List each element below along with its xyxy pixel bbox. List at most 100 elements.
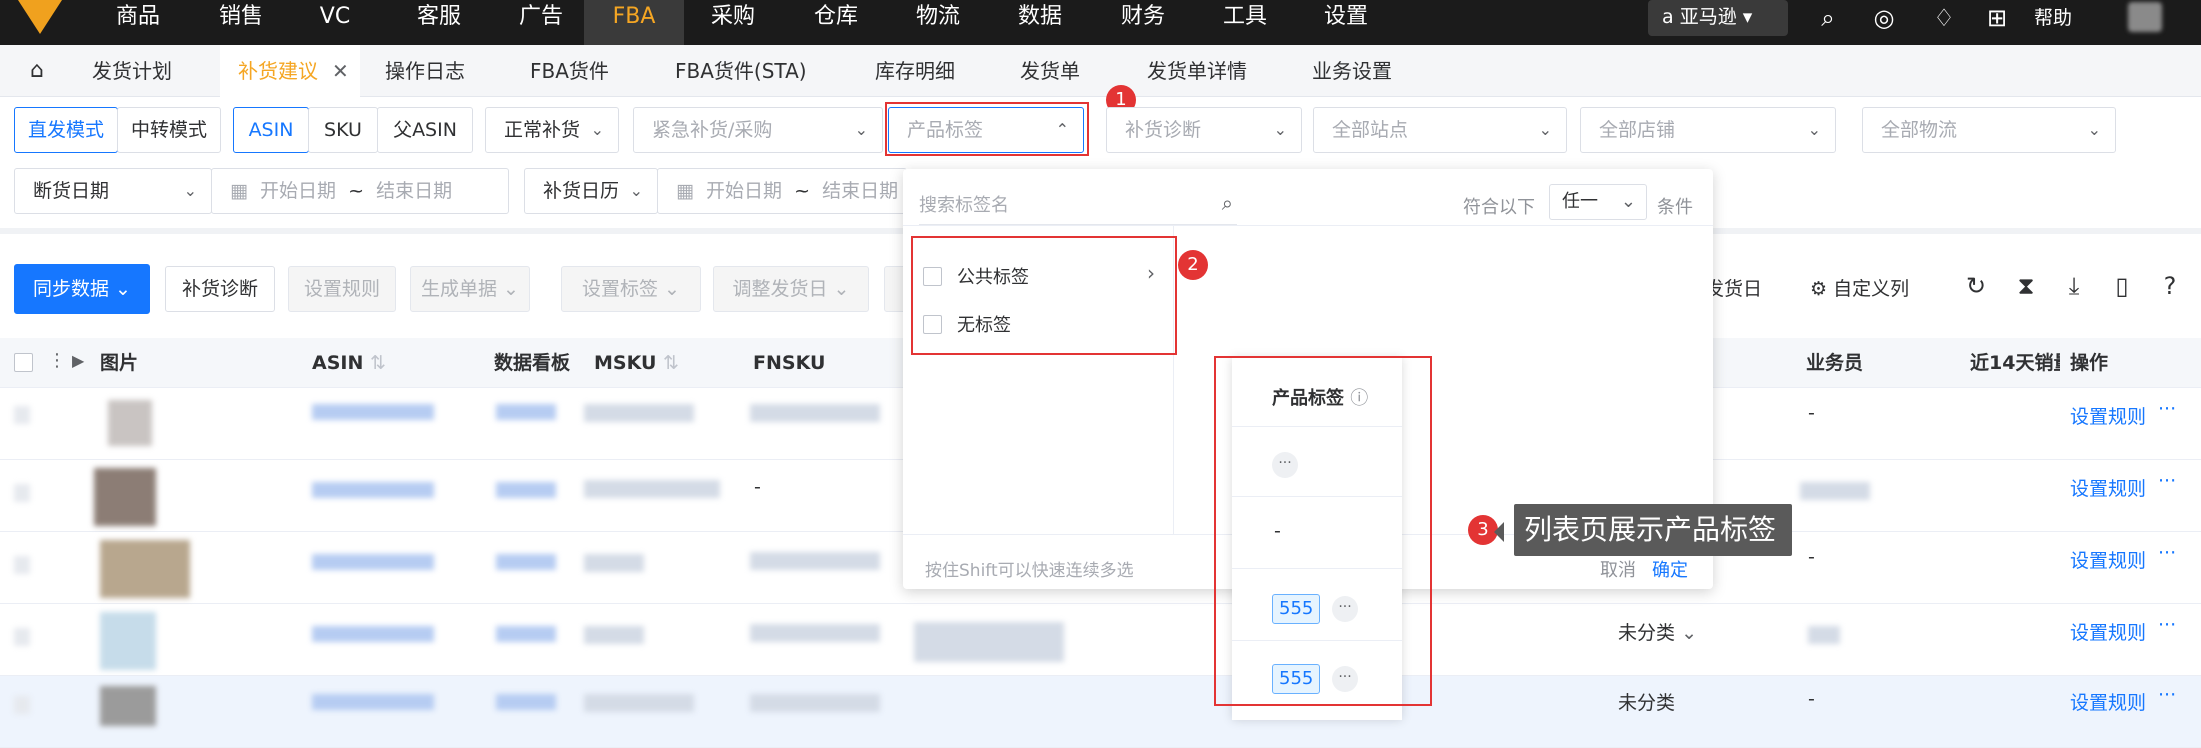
product-thumbnail[interactable] bbox=[100, 540, 190, 598]
tab-inventory-detail[interactable]: 库存明细 bbox=[875, 45, 955, 97]
product-thumbnail[interactable] bbox=[94, 468, 156, 526]
direct-mode-button[interactable]: 直发模式 bbox=[14, 107, 118, 153]
urgent-replenish-select[interactable]: 紧急补货/采购 ⌄ bbox=[633, 107, 883, 153]
tab-fba-shipment[interactable]: FBA货件 bbox=[530, 45, 609, 97]
nav-item-ads[interactable]: 广告 bbox=[508, 0, 574, 45]
column-menu-icon[interactable]: ⋮ bbox=[48, 350, 66, 371]
replenish-calendar-select[interactable]: 补货日历 ⌄ bbox=[524, 168, 658, 214]
sync-data-button[interactable]: 同步数据 ⌄ bbox=[14, 264, 150, 314]
nav-item-tools[interactable]: 工具 bbox=[1212, 0, 1278, 45]
nav-item-finance[interactable]: 财务 bbox=[1110, 0, 1176, 45]
product-thumbnail[interactable] bbox=[100, 686, 156, 726]
product-thumbnail[interactable] bbox=[100, 612, 156, 670]
file-help-icon[interactable]: ▯ bbox=[2108, 272, 2136, 300]
dashboard-value[interactable] bbox=[496, 404, 556, 420]
match-mode-select[interactable]: 任一 ⌄ bbox=[1549, 184, 1647, 220]
nav-item-fba[interactable]: FBA bbox=[584, 0, 684, 45]
set-rule-link[interactable]: 设置规则 bbox=[2070, 474, 2146, 501]
hourglass-icon[interactable]: ⧗ bbox=[2012, 272, 2040, 300]
custom-columns-button[interactable]: ⚙ 自定义列 bbox=[1810, 274, 1909, 301]
more-icon[interactable]: ··· bbox=[2158, 398, 2176, 420]
nav-item-products[interactable]: 商品 bbox=[105, 0, 171, 45]
more-icon[interactable]: ··· bbox=[2158, 542, 2176, 564]
set-rule-button[interactable]: 设置规则 bbox=[288, 266, 396, 312]
adjust-ship-date-button[interactable]: 调整发货日 ⌄ bbox=[713, 266, 869, 312]
avatar[interactable] bbox=[2128, 2, 2162, 32]
row-checkbox[interactable] bbox=[14, 696, 30, 714]
asin-value[interactable] bbox=[312, 482, 434, 498]
nav-item-settings[interactable]: 设置 bbox=[1313, 0, 1379, 45]
sort-icon[interactable]: ⇅ bbox=[663, 352, 679, 374]
generate-doc-button[interactable]: 生成单据 ⌄ bbox=[410, 266, 530, 312]
asin-value[interactable] bbox=[312, 626, 434, 642]
stockout-date-select[interactable]: 断货日期 ⌄ bbox=[14, 168, 212, 214]
nav-item-vc[interactable]: VC bbox=[310, 0, 360, 45]
set-rule-link[interactable]: 设置规则 bbox=[2070, 688, 2146, 715]
nav-item-data[interactable]: 数据 bbox=[1007, 0, 1073, 45]
column-asin[interactable]: ASIN ⇅ bbox=[312, 338, 386, 388]
asin-value[interactable] bbox=[312, 554, 434, 570]
diagnosis-button[interactable]: 补货诊断 bbox=[165, 266, 275, 312]
nav-item-logistics[interactable]: 物流 bbox=[905, 0, 971, 45]
close-icon[interactable]: ✕ bbox=[332, 59, 349, 83]
cancel-button[interactable]: 取消 bbox=[1600, 556, 1636, 582]
nav-item-sales[interactable]: 销售 bbox=[208, 0, 274, 45]
help-circle-icon[interactable]: ? bbox=[2156, 272, 2184, 300]
bell-icon[interactable]: ♢ bbox=[1930, 4, 1958, 32]
asin-value[interactable] bbox=[312, 694, 434, 710]
set-tag-button[interactable]: 设置标签 ⌄ bbox=[561, 266, 701, 312]
nav-item-purchase[interactable]: 采购 bbox=[700, 0, 766, 45]
tab-shipping-order-detail[interactable]: 发货单详情 bbox=[1147, 45, 1247, 97]
marketplace-switcher[interactable]: a 亚马逊 ▾ bbox=[1648, 0, 1788, 36]
store-select[interactable]: 全部店铺 ⌄ bbox=[1580, 107, 1836, 153]
apps-grid-icon[interactable]: ⊞ bbox=[1983, 4, 2011, 32]
tab-business-settings[interactable]: 业务设置 bbox=[1312, 45, 1392, 97]
more-icon[interactable]: ··· bbox=[2158, 614, 2176, 636]
expand-icon[interactable]: ▶ bbox=[72, 351, 84, 370]
tab-shipping-order[interactable]: 发货单 bbox=[1020, 45, 1080, 97]
select-all-checkbox[interactable] bbox=[14, 353, 33, 372]
row-checkbox[interactable] bbox=[14, 406, 30, 424]
dashboard-value[interactable] bbox=[496, 626, 556, 642]
help-link[interactable]: 帮助 bbox=[2034, 4, 2072, 32]
replenish-type-select[interactable]: 正常补货 ⌄ bbox=[485, 107, 619, 153]
diagnosis-select[interactable]: 补货诊断 ⌄ bbox=[1106, 107, 1302, 153]
home-icon[interactable]: ⌂ bbox=[22, 45, 52, 97]
confirm-button[interactable]: 确定 bbox=[1652, 556, 1688, 582]
category-select[interactable]: 未分类 ⌄ bbox=[1618, 618, 1697, 645]
logo-icon[interactable] bbox=[18, 0, 62, 34]
more-icon[interactable]: ··· bbox=[2158, 470, 2176, 492]
tab-operation-log[interactable]: 操作日志 bbox=[385, 45, 465, 97]
row-checkbox[interactable] bbox=[14, 628, 30, 646]
refresh-icon[interactable]: ↻ bbox=[1962, 272, 1990, 300]
logistics-select[interactable]: 全部物流 ⌄ bbox=[1862, 107, 2116, 153]
set-rule-link[interactable]: 设置规则 bbox=[2070, 402, 2146, 429]
set-rule-link[interactable]: 设置规则 bbox=[2070, 546, 2146, 573]
parent-asin-button[interactable]: 父ASIN bbox=[377, 107, 473, 153]
product-thumbnail[interactable] bbox=[108, 400, 152, 446]
dashboard-value[interactable] bbox=[496, 694, 556, 710]
asin-button[interactable]: ASIN bbox=[233, 107, 309, 153]
tag-search-input[interactable]: 搜索标签名 ⌕ bbox=[919, 191, 1237, 225]
nav-item-service[interactable]: 客服 bbox=[406, 0, 472, 45]
set-rule-link[interactable]: 设置规则 bbox=[2070, 618, 2146, 645]
row-checkbox[interactable] bbox=[14, 556, 30, 574]
sku-button[interactable]: SKU bbox=[308, 107, 378, 153]
transfer-mode-button[interactable]: 中转模式 bbox=[117, 107, 221, 153]
download-icon[interactable]: ⤓ bbox=[2060, 272, 2088, 300]
stockout-date-range[interactable]: ▦ 开始日期 ~ 结束日期 bbox=[211, 168, 509, 214]
more-icon[interactable]: ··· bbox=[2158, 684, 2176, 706]
search-icon[interactable]: ⌕ bbox=[1814, 4, 1842, 32]
nav-item-warehouse[interactable]: 仓库 bbox=[803, 0, 869, 45]
tab-fba-sta[interactable]: FBA货件(STA) bbox=[675, 45, 807, 97]
column-msku[interactable]: MSKU ⇅ bbox=[594, 338, 679, 388]
replenish-date-range[interactable]: ▦ 开始日期 ~ 结束日期 bbox=[657, 168, 907, 214]
tab-replenishment[interactable]: 补货建议 ✕ bbox=[220, 45, 360, 97]
headset-icon[interactable]: ◎ bbox=[1870, 4, 1898, 32]
asin-value[interactable] bbox=[312, 404, 434, 420]
tab-shipment-plan[interactable]: 发货计划 bbox=[92, 45, 172, 97]
row-checkbox[interactable] bbox=[14, 484, 30, 502]
dashboard-value[interactable] bbox=[496, 554, 556, 570]
dashboard-value[interactable] bbox=[496, 482, 556, 498]
sort-icon[interactable]: ⇅ bbox=[370, 352, 386, 374]
